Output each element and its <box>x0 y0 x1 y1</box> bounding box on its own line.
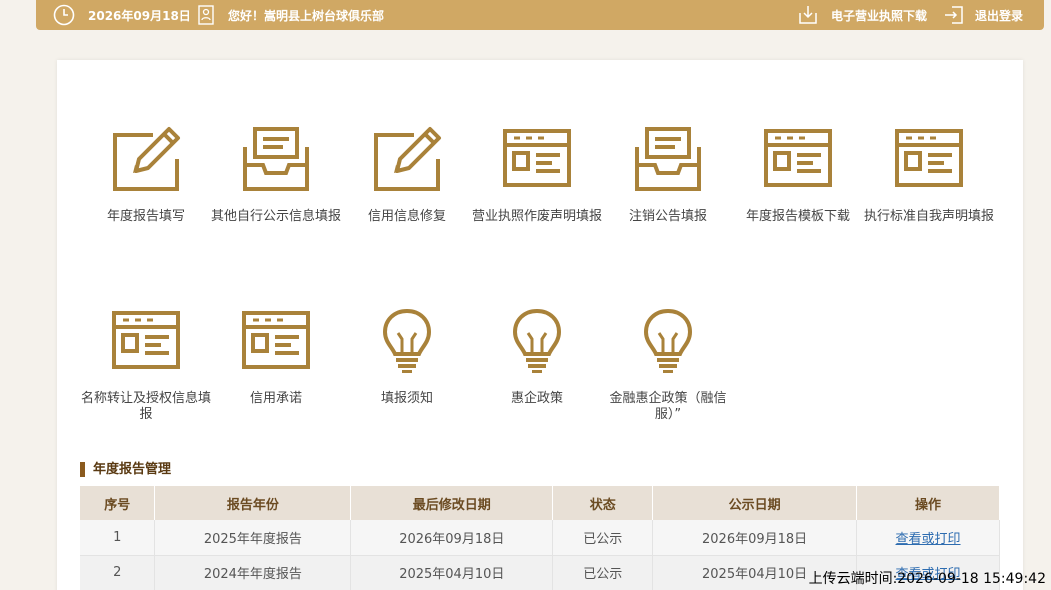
column-header: 序号 <box>80 486 156 520</box>
lightbulb-icon <box>513 309 561 373</box>
lightbulb-icon <box>383 309 431 373</box>
logout-link[interactable]: 退出登录 <box>975 7 1023 24</box>
tile-label: 填报须知 <box>380 391 433 406</box>
user-badge-icon <box>198 0 214 30</box>
id-card-icon <box>764 129 832 187</box>
tile-label: 惠企政策 <box>510 391 563 406</box>
tile-filing-notice[interactable]: 填报须知 <box>342 307 472 407</box>
tile-credit-repair[interactable]: 信用信息修复 <box>342 125 472 225</box>
edit-pencil-icon <box>374 127 441 191</box>
cell-modified-date: 2026年09月18日 <box>350 520 554 556</box>
tile-other-public-info[interactable]: 其他自行公示信息填报 <box>211 125 341 225</box>
column-header: 操作 <box>856 486 1000 520</box>
section-title: 年度报告管理 <box>80 462 171 477</box>
tile-credit-commitment[interactable]: 信用承诺 <box>211 307 341 407</box>
tile-annual-report-fill[interactable]: 年度报告填写 <box>81 125 211 225</box>
tile-label: 年度报告填写 <box>106 209 185 224</box>
cell-index: 2 <box>80 555 156 590</box>
upload-timestamp: 上传云端时间:2026-09-18 15:49:42 <box>808 571 1046 587</box>
cell-status: 已公示 <box>552 555 654 590</box>
download-license-link[interactable]: 电子营业执照下载 <box>831 7 927 24</box>
cell-action: 查看或打印 <box>856 520 1000 556</box>
clock-icon <box>53 0 75 30</box>
tile-label: 营业执照作废声明填报 <box>472 209 603 224</box>
view-print-link[interactable]: 查看或打印 <box>896 532 961 547</box>
cell-report-year: 2024年年度报告 <box>154 555 352 590</box>
column-header: 公示日期 <box>652 486 858 520</box>
id-card-icon <box>242 311 310 369</box>
column-header: 报告年份 <box>154 486 352 520</box>
tile-cancellation-notice[interactable]: 注销公告填报 <box>603 125 733 225</box>
column-header: 状态 <box>552 486 654 520</box>
cell-index: 1 <box>80 520 156 556</box>
tile-report-template-download[interactable]: 年度报告模板下载 <box>733 125 863 225</box>
lightbulb-icon <box>644 309 692 373</box>
table-row: 1 2025年年度报告 2026年09月18日 已公示 2026年09月18日 … <box>80 520 1000 556</box>
inbox-tray-icon <box>635 127 701 191</box>
tile-label: 年度报告模板下载 <box>745 209 850 224</box>
id-card-icon <box>503 129 571 187</box>
tile-label: 信用承诺 <box>249 391 302 406</box>
cell-modified-date: 2025年04月10日 <box>350 555 554 590</box>
cell-status: 已公示 <box>552 520 654 556</box>
tile-label: 信用信息修复 <box>367 209 446 224</box>
tile-label: 金融惠企政策（融信服）” <box>609 391 727 422</box>
cell-report-year: 2025年年度报告 <box>154 520 352 556</box>
download-icon[interactable] <box>798 0 818 30</box>
tile-label: 名称转让及授权信息填报 <box>81 391 212 422</box>
id-card-icon <box>112 311 180 369</box>
tile-standard-self-declaration[interactable]: 执行标准自我声明填报 <box>864 125 994 225</box>
current-date: 2026年09月18日 <box>88 8 191 23</box>
edit-pencil-icon <box>113 127 180 191</box>
inbox-tray-icon <box>243 127 309 191</box>
tile-label: 其他自行公示信息填报 <box>211 209 342 224</box>
column-header: 最后修改日期 <box>350 486 554 520</box>
greeting-text: 您好！嵩明县上树台球俱乐部 <box>228 8 385 23</box>
table-header-row: 序号 报告年份 最后修改日期 状态 公示日期 操作 <box>80 486 1000 520</box>
logout-icon[interactable] <box>944 0 964 30</box>
cell-publish-date: 2026年09月18日 <box>652 520 858 556</box>
tile-label: 执行标准自我声明填报 <box>864 209 995 224</box>
tile-business-policy[interactable]: 惠企政策 <box>472 307 602 407</box>
tile-label: 注销公告填报 <box>628 209 707 224</box>
tile-name-transfer[interactable]: 名称转让及授权信息填报 <box>81 307 211 423</box>
tile-finance-policy[interactable]: 金融惠企政策（融信服）” <box>603 307 733 423</box>
tile-license-void-statement[interactable]: 营业执照作废声明填报 <box>472 125 602 225</box>
top-bar: 2026年09月18日 您好！嵩明县上树台球俱乐部 电子营业执照下载 退出登录 <box>36 0 1044 30</box>
id-card-icon <box>895 129 963 187</box>
